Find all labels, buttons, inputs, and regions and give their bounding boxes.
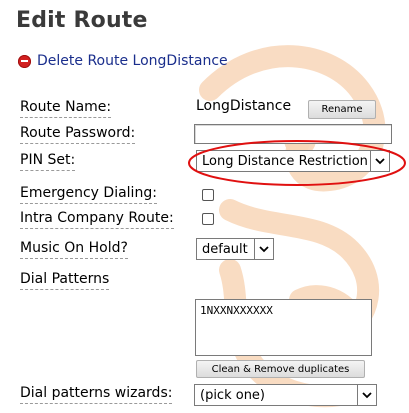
intra-company-route-checkbox[interactable] (202, 213, 214, 225)
music-on-hold-select[interactable]: default (196, 238, 274, 260)
route-name-value: LongDistance (196, 98, 292, 114)
music-on-hold-label: Music On Hold? (20, 240, 128, 259)
delete-route-label: Delete Route LongDistance (37, 53, 228, 69)
dial-patterns-wizards-select[interactable]: (pick one) (194, 384, 377, 406)
route-password-label: Route Password: (20, 125, 136, 144)
dial-patterns-wizards-label: Dial patterns wizards: (20, 385, 173, 404)
route-name-label: Route Name: (20, 99, 112, 118)
rename-button[interactable]: Rename (308, 100, 376, 119)
dial-patterns-label: Dial Patterns (20, 271, 110, 290)
emergency-dialing-checkbox[interactable] (202, 189, 214, 201)
pin-set-select[interactable]: Long Distance Restriction (196, 150, 390, 172)
clean-remove-duplicates-button[interactable]: Clean & Remove duplicates (196, 360, 365, 378)
emergency-dialing-label: Emergency Dialing: (20, 185, 157, 204)
page-title: Edit Route (16, 8, 148, 33)
dial-patterns-wizards-selected: (pick one) (200, 387, 266, 403)
dial-patterns-textarea[interactable]: 1NXXNXXXXXX (195, 299, 372, 356)
delete-route-link[interactable]: Delete Route LongDistance (18, 52, 228, 70)
intra-company-route-label: Intra Company Route: (20, 210, 174, 229)
chevron-down-icon (370, 151, 389, 171)
chevron-down-icon (357, 385, 376, 405)
route-password-input[interactable] (194, 124, 392, 144)
pin-set-selected: Long Distance Restriction (202, 153, 368, 169)
music-on-hold-selected: default (202, 241, 248, 257)
pin-set-label: PIN Set: (20, 152, 76, 171)
chevron-down-icon (254, 239, 273, 259)
delete-icon (18, 54, 31, 68)
